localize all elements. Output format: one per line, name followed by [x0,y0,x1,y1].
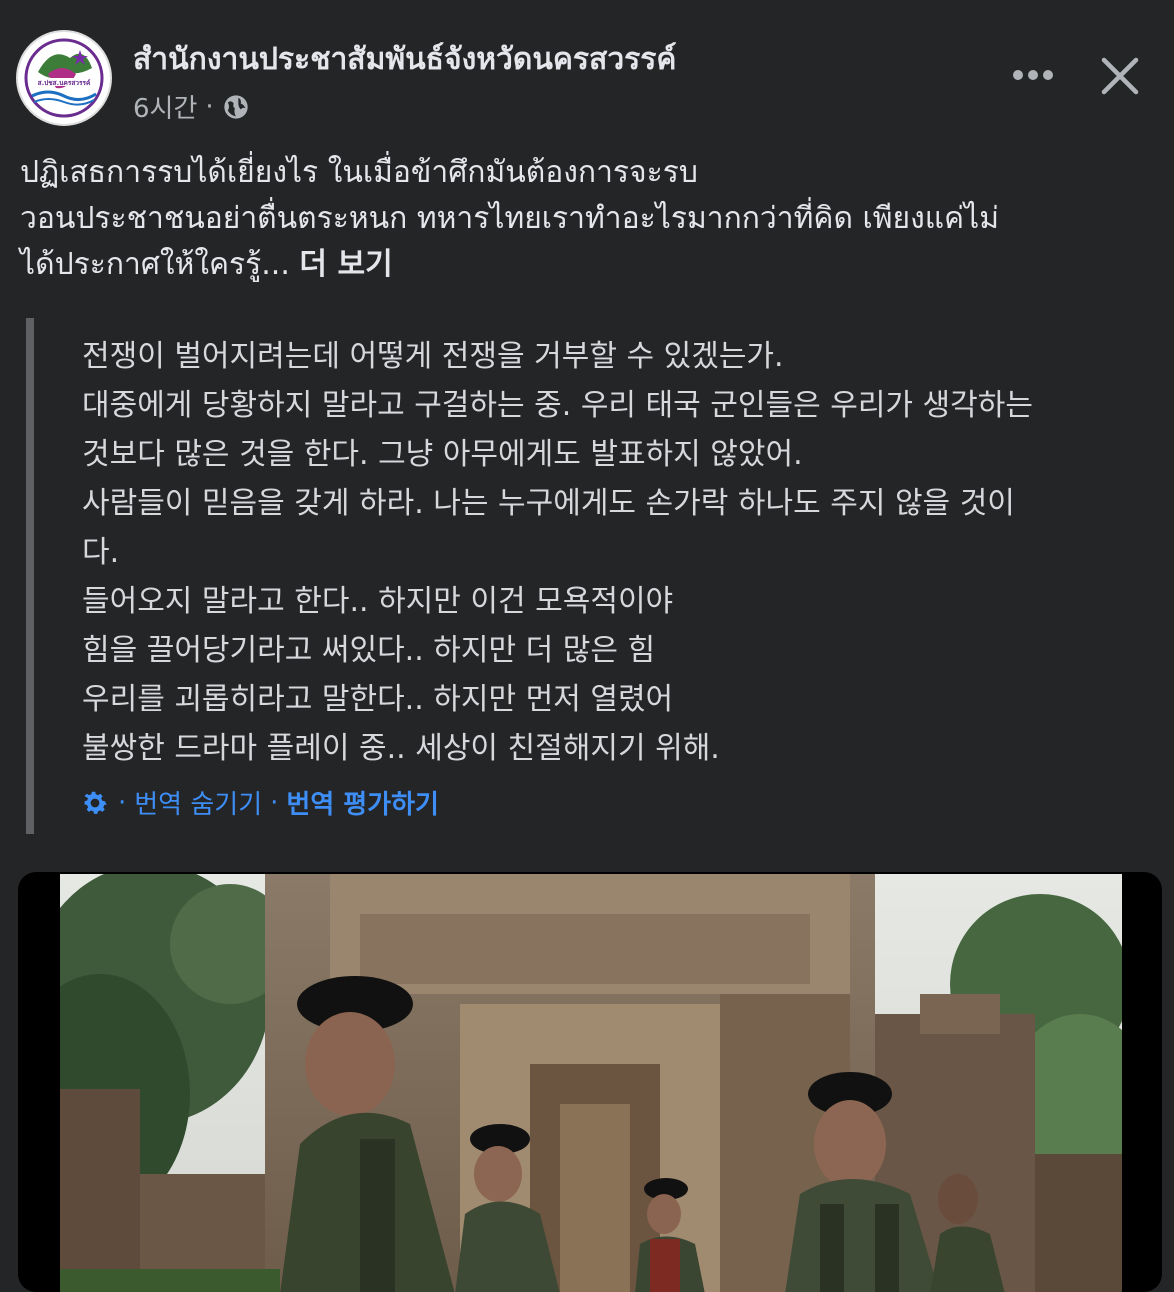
translation-text: 전쟁이 벌어지려는데 어떻게 전쟁을 거부할 수 있겠는가. 대중에게 당황하지… [82,332,1172,773]
translation-line: 것보다 많은 것을 한다. 그냥 아무에게도 발표하지 않았어. [82,437,803,472]
avatar-text: ส.ปชส.นครสวรรค์ [38,79,91,87]
translation-line: 사람들이 믿음을 갖게 하라. 나는 누구에게도 손가락 하나도 주지 않을 것… [82,486,1015,521]
post-time[interactable]: 6시간 [133,88,197,125]
page-name[interactable]: สำนักงานประชาสัมพันธ์จังหวัดนครสวรรค์ [133,36,676,83]
post-text-line: ปฏิเสธการรบได้เยี่ยงไร ในเมื่อข้าศึกมันต… [20,155,698,190]
translation-line: 대중에게 당황하지 말라고 구걸하는 중. 우리 태국 군인들은 우리가 생각하… [82,388,1033,423]
close-icon[interactable] [1098,54,1142,98]
translation-actions: · 번역 숨기기 · 번역 평가하기 [80,784,439,821]
post-photo[interactable] [60,874,1122,1292]
see-more-link[interactable]: 더 보기 [299,247,392,282]
post-body: ปฏิเสธการรบได้เยี่ยงไร ในเมื่อข้าศึกมันต… [20,150,1160,288]
meta-separator: · [205,91,214,122]
translation-line: 우리를 괴롭히라고 말한다.. 하지만 먼저 열렸어 [82,682,674,717]
post-text-line-last: ได้ประกาศให้ใครรู้... 더 보기 [20,242,1160,288]
rate-translation-link[interactable]: 번역 평가하기 [286,784,439,821]
post-text-line: ได้ประกาศให้ใครรู้... [20,247,290,282]
action-separator: · [270,787,279,818]
translation-line: 불쌍한 드라마 플레이 중.. 세상이 친절해지기 위해. [82,731,720,766]
post-media[interactable] [18,872,1162,1292]
action-separator: · [118,787,127,818]
hide-translation-link[interactable]: 번역 숨기기 [134,784,262,821]
page-avatar[interactable]: ส.ปชส.นครสวรรค์ [16,30,112,126]
translation-line: 힘을 끌어당기라고 써있다.. 하지만 더 많은 힘 [82,633,656,668]
post-meta: 6시간 · [133,88,250,125]
translation-line: 들어오지 말라고 한다.. 하지만 이건 모욕적이야 [82,584,674,619]
gear-icon[interactable] [80,788,110,818]
post-text-line: วอนประชาชนอย่าตื่นตระหนก ทหารไทยเราทำอะไ… [20,201,999,236]
post-header: ส.ปชส.นครสวรรค์ สำนักงานประชาสัมพันธ์จัง… [0,0,1174,140]
translation-line: 다. [82,535,120,570]
page-logo: ส.ปชส.นครสวรรค์ [20,34,108,122]
translation-line: 전쟁이 벌어지려는데 어떻게 전쟁을 거부할 수 있겠는가. [82,339,784,374]
more-horizontal-icon[interactable] [1010,62,1056,88]
soldiers-temple-photo [60,874,1122,1292]
translation-block: 전쟁이 벌어지려는데 어떻게 전쟁을 거부할 수 있겠는가. 대중에게 당황하지… [26,318,1156,834]
globe-icon [222,93,250,121]
